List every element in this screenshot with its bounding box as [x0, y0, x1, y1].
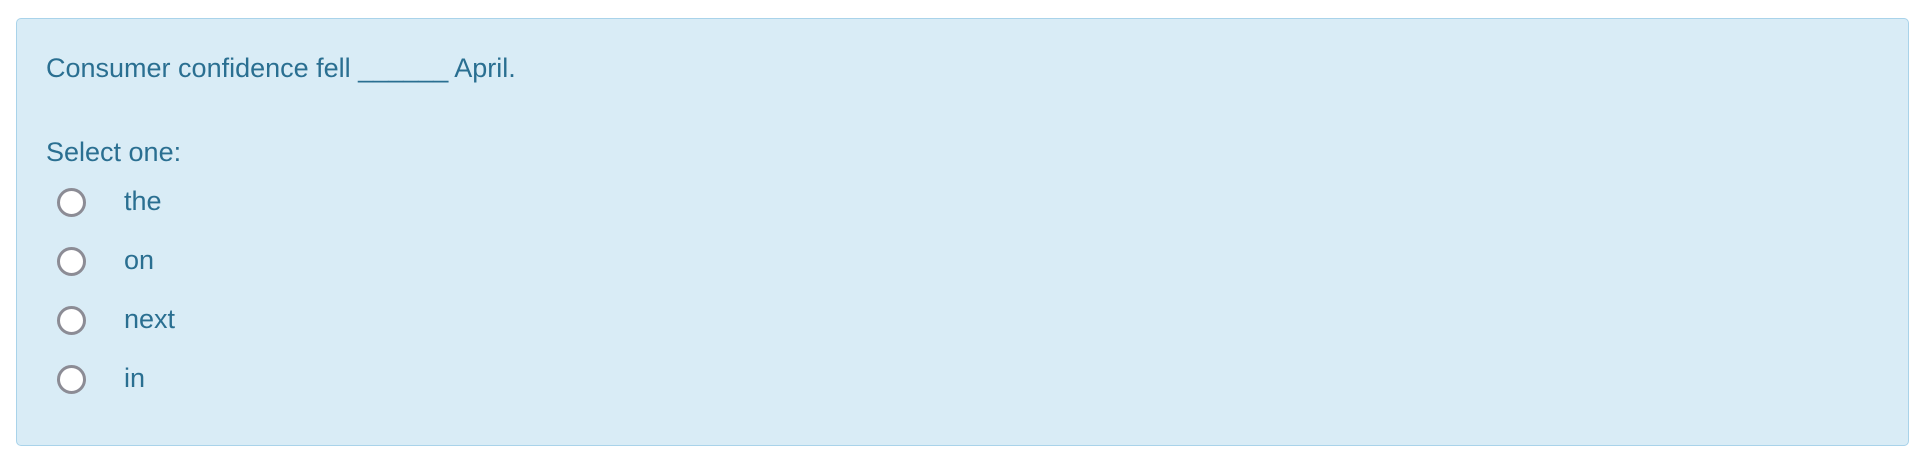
answer-option-in[interactable]: in: [17, 362, 1908, 421]
question-panel: Consumer confidence fell ______ April. S…: [16, 18, 1909, 446]
radio-button-on[interactable]: [57, 247, 86, 276]
radio-button-in[interactable]: [57, 365, 86, 394]
answer-option-the[interactable]: the: [17, 185, 1908, 244]
answer-label-on[interactable]: on: [124, 245, 154, 276]
question-text: Consumer confidence fell ______ April.: [46, 53, 516, 83]
answer-option-next[interactable]: next: [17, 303, 1908, 362]
answer-option-on[interactable]: on: [17, 244, 1908, 303]
answer-label-the[interactable]: the: [124, 186, 162, 217]
select-one-prompt: Select one:: [46, 137, 182, 167]
radio-button-next[interactable]: [57, 306, 86, 335]
answer-label-in[interactable]: in: [124, 363, 145, 394]
answer-options: the on next in: [17, 185, 1908, 421]
radio-button-the[interactable]: [57, 188, 86, 217]
answer-label-next[interactable]: next: [124, 304, 175, 335]
